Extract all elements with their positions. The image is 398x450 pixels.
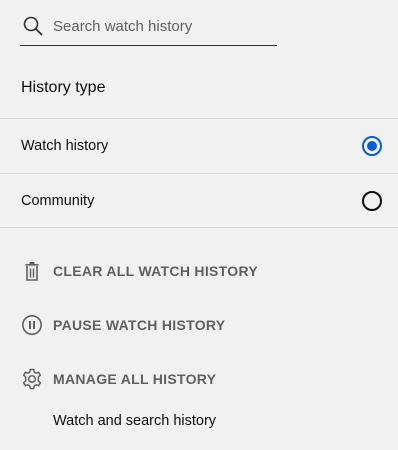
option-community[interactable]: Community [0, 174, 398, 228]
trash-icon [20, 259, 44, 283]
community-radio[interactable] [362, 191, 382, 211]
pause-watch-history-button[interactable]: PAUSE WATCH HISTORY [20, 307, 320, 343]
divider [0, 227, 398, 228]
search-box [20, 8, 277, 46]
history-type-title: History type [21, 79, 106, 96]
history-side-panel: History type Watch history Community CLE… [0, 0, 398, 450]
pause-circle-icon [20, 313, 44, 337]
option-label: Watch history [21, 138, 109, 154]
action-label: PAUSE WATCH HISTORY [53, 317, 226, 333]
gear-icon [20, 367, 44, 391]
watch-history-radio[interactable] [362, 136, 382, 156]
search-input[interactable] [53, 14, 273, 38]
clear-all-watch-history-button[interactable]: CLEAR ALL WATCH HISTORY [20, 253, 320, 289]
manage-all-history-button[interactable]: MANAGE ALL HISTORY [20, 361, 320, 397]
option-label: Community [21, 193, 95, 209]
action-label: MANAGE ALL HISTORY [53, 371, 217, 387]
watch-and-search-history-link[interactable]: Watch and search history [53, 413, 216, 429]
option-watch-history[interactable]: Watch history [0, 119, 398, 173]
search-icon[interactable] [22, 15, 44, 37]
action-label: CLEAR ALL WATCH HISTORY [53, 263, 258, 279]
